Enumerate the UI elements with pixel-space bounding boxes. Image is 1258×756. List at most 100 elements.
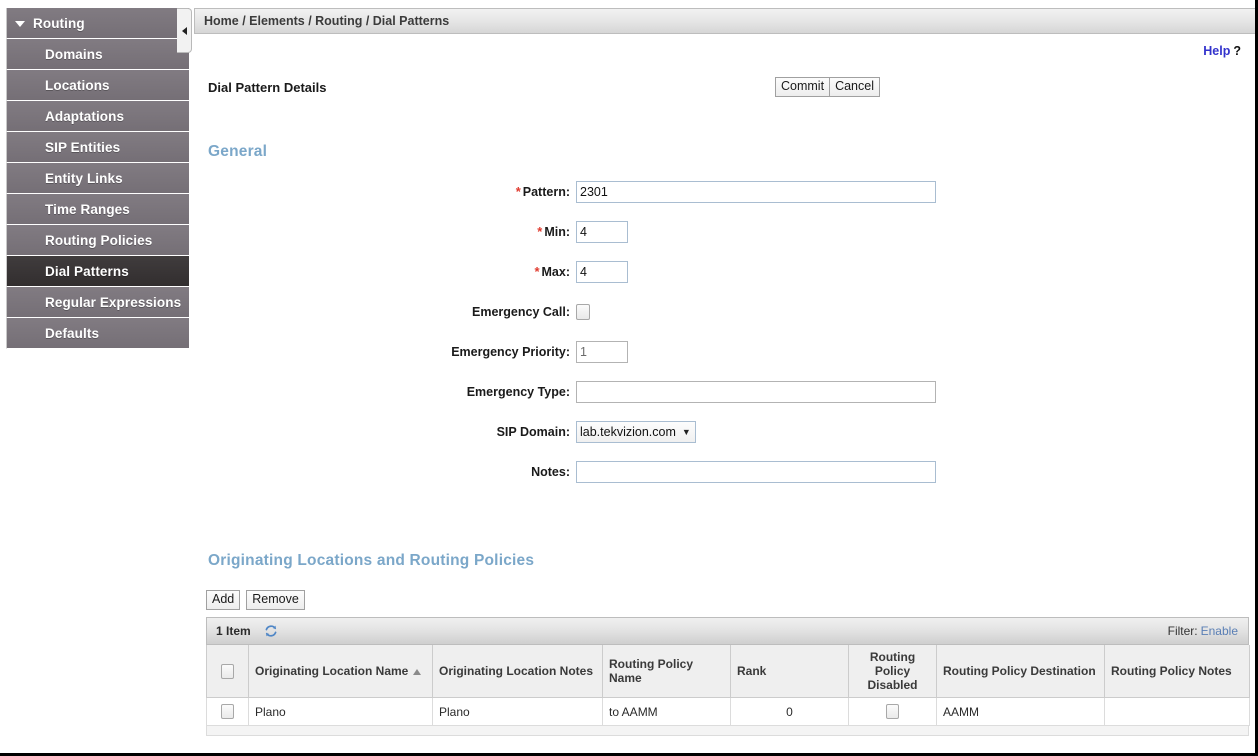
max-input[interactable] <box>576 260 628 283</box>
general-form: *Pattern: *Min: *Max: Emergency Call: <box>194 178 1255 498</box>
column-header-routing-policy-destination[interactable]: Routing Policy Destination <box>936 645 1105 698</box>
sidebar-item-locations[interactable]: Locations <box>6 70 189 101</box>
help-label: Help <box>1203 44 1231 58</box>
emergency-call-label: Emergency Call: <box>472 304 570 319</box>
sidebar-item-dial-patterns[interactable]: Dial Patterns <box>6 256 189 287</box>
sip-domain-selected-value: lab.tekvizion.com <box>580 424 676 439</box>
row-select-checkbox[interactable] <box>221 704 234 720</box>
sidebar-item-defaults[interactable]: Defaults <box>6 318 189 349</box>
cell-routing-policy-disabled <box>848 697 937 727</box>
cancel-button[interactable]: Cancel <box>829 77 880 97</box>
general-section-heading: General <box>208 143 268 160</box>
select-all-header <box>206 645 249 698</box>
chevron-down-icon: ▼ <box>681 426 691 437</box>
application-window: Routing Domains Locations Adaptations SI… <box>0 0 1258 756</box>
breadcrumb-text[interactable]: Home / Elements / Routing / Dial Pattern… <box>204 14 449 28</box>
table-action-buttons: Add Remove <box>206 590 305 610</box>
chevron-left-icon <box>181 26 187 35</box>
cell-routing-policy-destination: AAMM <box>936 697 1105 727</box>
column-header-rank[interactable]: Rank <box>730 645 849 698</box>
question-mark-icon: ? <box>1233 44 1241 58</box>
sip-domain-label: SIP Domain: <box>496 424 570 439</box>
help-link[interactable]: Help? <box>1203 44 1241 58</box>
column-header-routing-policy-name[interactable]: Routing Policy Name <box>602 645 731 698</box>
sidebar-item-routing[interactable]: Routing <box>6 8 189 39</box>
min-label: * Min: <box>194 224 576 239</box>
emergency-call-checkbox[interactable] <box>576 303 590 320</box>
sidebar-item-label: Defaults <box>45 325 100 341</box>
table-header-row: Originating Location Name Originating Lo… <box>206 645 1250 698</box>
form-row-max: * Max: <box>194 258 1255 285</box>
cell-originating-location-name: Plano <box>248 697 433 727</box>
sip-domain-select[interactable]: lab.tekvizion.com ▼ <box>576 420 696 443</box>
emergency-type-input[interactable] <box>576 380 936 403</box>
select-all-checkbox[interactable] <box>221 663 234 679</box>
column-header-originating-location-name[interactable]: Originating Location Name <box>248 645 433 698</box>
pattern-input[interactable] <box>576 180 936 203</box>
commit-button[interactable]: Commit <box>775 77 831 97</box>
notes-input[interactable] <box>576 460 936 483</box>
form-action-buttons: Commit Cancel <box>775 77 880 97</box>
routing-policy-disabled-checkbox[interactable] <box>886 704 899 720</box>
emergency-priority-label: Emergency Priority: <box>451 344 570 359</box>
sidebar-item-label: Dial Patterns <box>45 263 129 279</box>
filter-control: Filter: Enable <box>1168 624 1238 638</box>
cell-originating-location-notes: Plano <box>432 697 603 727</box>
page-title: Dial Pattern Details <box>208 80 327 95</box>
add-button[interactable]: Add <box>206 590 241 610</box>
sidebar-item-label: Regular Expressions <box>45 294 182 310</box>
sidebar-item-label: Time Ranges <box>45 201 130 217</box>
breadcrumb: Home / Elements / Routing / Dial Pattern… <box>194 8 1255 34</box>
sidebar-item-time-ranges[interactable]: Time Ranges <box>6 194 189 225</box>
sort-ascending-icon <box>413 668 422 675</box>
emergency-type-label: Emergency Type: <box>466 384 570 399</box>
filter-enable-link[interactable]: Enable <box>1201 624 1238 638</box>
sidebar-item-label: Routing <box>33 15 85 31</box>
form-row-notes: Notes: <box>194 458 1255 485</box>
originating-locations-section-heading: Originating Locations and Routing Polici… <box>208 552 535 569</box>
column-header-label: Originating Location Name <box>255 664 409 678</box>
sidebar-item-adaptations[interactable]: Adaptations <box>6 101 189 132</box>
column-header-routing-policy-disabled[interactable]: Routing Policy Disabled <box>848 645 937 698</box>
required-asterisk-icon: * <box>537 224 543 239</box>
refresh-icon[interactable] <box>264 624 278 638</box>
sidebar-item-regular-expressions[interactable]: Regular Expressions <box>6 287 189 318</box>
table-toolbar: 1 Item Filter: Enable <box>206 617 1249 645</box>
sidebar-item-label: Entity Links <box>45 170 123 186</box>
table-row[interactable]: Plano Plano to AAMM 0 AAMM <box>206 697 1250 727</box>
row-select-cell <box>206 697 249 727</box>
originating-locations-table-block: 1 Item Filter: Enable Originating Locati… <box>206 617 1250 737</box>
originating-locations-table: Originating Location Name Originating Lo… <box>206 645 1250 727</box>
table-bottom-strip <box>206 726 1249 737</box>
required-asterisk-icon: * <box>515 184 521 199</box>
form-row-pattern: * Pattern: <box>194 178 1255 205</box>
pattern-label: * Pattern: <box>194 184 576 199</box>
sidebar-collapse-button[interactable] <box>177 8 192 53</box>
emergency-priority-input[interactable] <box>576 340 628 363</box>
min-input[interactable] <box>576 220 628 243</box>
item-count-label: 1 Item <box>216 624 251 638</box>
form-row-sip-domain: SIP Domain: lab.tekvizion.com ▼ <box>194 418 1255 445</box>
form-row-emergency-priority: Emergency Priority: <box>194 338 1255 365</box>
sidebar-item-sip-entities[interactable]: SIP Entities <box>6 132 189 163</box>
min-label-text: Min: <box>544 225 570 239</box>
caret-down-icon <box>15 21 25 27</box>
sidebar-item-label: Routing Policies <box>45 232 153 248</box>
column-header-routing-policy-notes[interactable]: Routing Policy Notes <box>1104 645 1250 698</box>
form-row-emergency-call: Emergency Call: <box>194 298 1255 325</box>
max-label-text: Max: <box>541 265 570 279</box>
main-content: Help? Dial Pattern Details Commit Cancel… <box>194 34 1255 753</box>
sidebar-item-routing-policies[interactable]: Routing Policies <box>6 225 189 256</box>
sidebar-item-label: SIP Entities <box>45 139 121 155</box>
filter-label: Filter: <box>1167 624 1198 638</box>
form-row-emergency-type: Emergency Type: <box>194 378 1255 405</box>
cell-routing-policy-notes <box>1104 697 1250 727</box>
sidebar-item-label: Adaptations <box>45 108 125 124</box>
column-header-originating-location-notes[interactable]: Originating Location Notes <box>432 645 603 698</box>
notes-label: Notes: <box>531 464 570 479</box>
sidebar-item-domains[interactable]: Domains <box>6 39 189 70</box>
sidebar-item-label: Locations <box>45 77 110 93</box>
sidebar-item-entity-links[interactable]: Entity Links <box>6 163 189 194</box>
pattern-label-text: Pattern: <box>522 185 570 199</box>
remove-button[interactable]: Remove <box>246 590 305 610</box>
